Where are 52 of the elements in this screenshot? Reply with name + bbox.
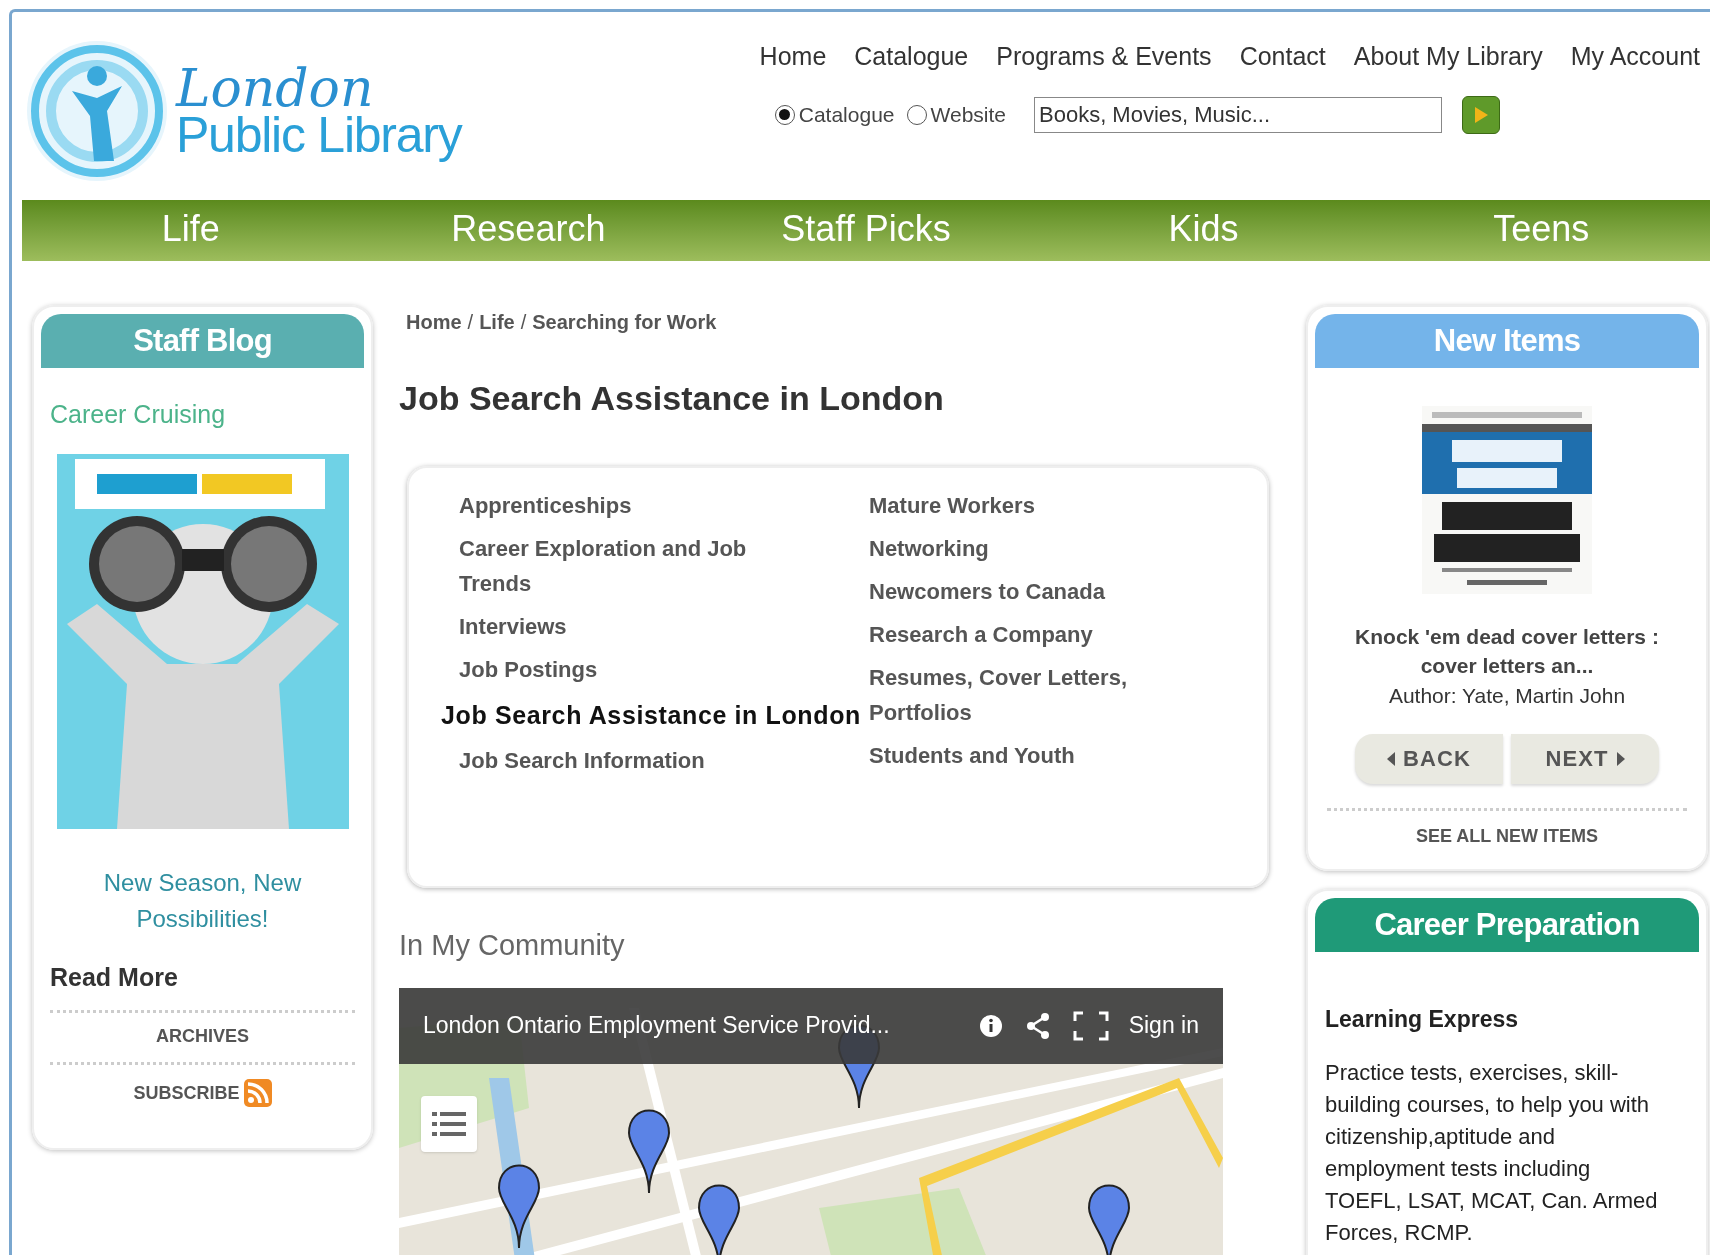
card-title: Career Preparation — [1315, 898, 1699, 952]
topic-link[interactable]: Job Postings — [459, 652, 779, 687]
card-title: Staff Blog — [41, 314, 364, 368]
nav-link[interactable]: Programs & Events — [996, 38, 1212, 76]
topic-link[interactable]: Interviews — [459, 609, 779, 644]
breadcrumb-link[interactable]: Searching for Work — [532, 307, 717, 337]
resource-title[interactable]: Learning Express — [1325, 1002, 1699, 1037]
book-author: Author: Yate, Martin John — [1388, 683, 1626, 709]
topic-link[interactable]: Job Search Information — [459, 743, 779, 778]
scope-radio[interactable]: Website — [906, 98, 1006, 131]
map-title: London Ontario Employment Service Provid... — [423, 1011, 890, 1041]
search-field[interactable]: Books, Movies, Music... — [1034, 96, 1442, 133]
archives-link[interactable]: ARCHIVES — [156, 1023, 249, 1050]
scope-radio[interactable]: Catalogue — [774, 98, 895, 131]
legend-button[interactable] — [421, 1095, 477, 1152]
topic-link[interactable]: Newcomers to Canada — [869, 574, 1189, 609]
breadcrumb-separator: / — [520, 310, 527, 335]
topic-link[interactable]: Mature Workers — [869, 488, 1189, 523]
topic-link[interactable]: Networking — [869, 531, 1189, 566]
post-caption: New Season, New Possibilities! — [102, 867, 303, 934]
nav-link[interactable]: About My Library — [1353, 38, 1543, 76]
caret-right-icon — [1616, 751, 1625, 766]
nav-link[interactable]: My Account — [1570, 38, 1700, 76]
nav-link[interactable]: Home — [759, 38, 827, 76]
sign-in-button[interactable]: Sign in — [1128, 1008, 1199, 1043]
resource-description: Practice tests, exercises, skill-building courses, to help you with citizenship,aptitude and employment tests including TOEFL, LSAT, MCAT, Can. Armed Forces, RCMP. — [1325, 1058, 1659, 1247]
breadcrumb-separator: / — [467, 310, 474, 335]
search-button[interactable] — [1462, 95, 1500, 134]
topic-link[interactable]: Students and Youth — [869, 738, 1189, 773]
see-all-link[interactable]: SEE ALL NEW ITEMS — [1416, 822, 1598, 850]
nav-link[interactable]: Contact — [1239, 38, 1326, 76]
fullscreen-icon[interactable] — [1072, 1010, 1109, 1041]
play-icon — [1473, 105, 1489, 124]
book-title[interactable]: Knock 'em dead cover letters : cover letters an... — [1315, 622, 1699, 680]
breadcrumb-link[interactable]: Home — [406, 307, 462, 337]
subscribe-link[interactable]: SUBSCRIBE — [133, 1080, 240, 1107]
read-more-link[interactable]: Read More — [50, 958, 364, 996]
info-icon[interactable] — [978, 1013, 1003, 1038]
topic-link[interactable]: Research a Company — [869, 617, 1189, 652]
topic-link[interactable]: Job Search Assistance in London — [441, 695, 869, 735]
page-title: Job Search Assistance in London — [399, 378, 945, 419]
list-icon — [432, 1110, 466, 1137]
caret-left-icon — [1387, 751, 1395, 766]
next-button[interactable]: NEXT — [1511, 733, 1659, 784]
back-button[interactable]: BACK — [1355, 733, 1503, 784]
topic-link[interactable]: Apprenticeships — [459, 488, 779, 523]
card-title: New Items — [1315, 314, 1699, 368]
topic-link[interactable]: Resumes, Cover Letters, Portfolios — [869, 660, 1189, 730]
topic-link[interactable]: Career Exploration and Job Trends — [459, 531, 779, 601]
section-heading: In My Community — [399, 928, 626, 963]
nav-link[interactable]: Catalogue — [854, 38, 969, 76]
breadcrumb-link[interactable]: Life — [479, 307, 515, 337]
